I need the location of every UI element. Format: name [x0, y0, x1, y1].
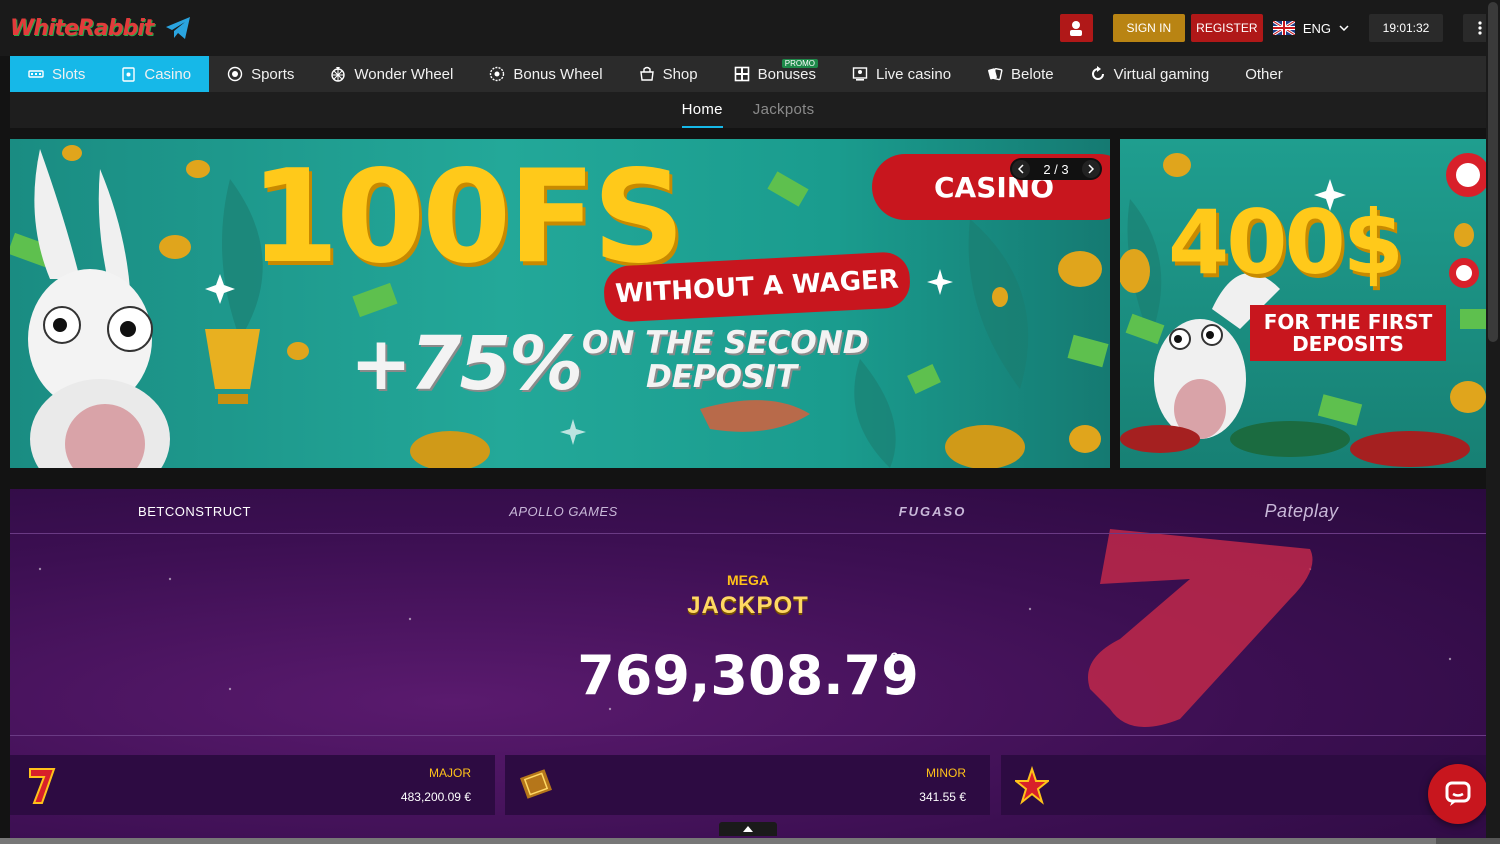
- main-navigation: Slots Casino Sports Wonder Wheel Bonus W…: [10, 56, 1486, 92]
- book-icon: [520, 769, 552, 799]
- kebab-icon: [1478, 21, 1482, 35]
- chevron-right-icon: [1088, 164, 1094, 174]
- nav-label: Live casino: [876, 65, 952, 83]
- star-icon: [1015, 765, 1049, 805]
- top-header: WhiteRabbit SIGN IN REGISTER ENG 19:01:3…: [0, 0, 1500, 56]
- nav-bonuses[interactable]: Bonuses PROMO: [716, 56, 834, 92]
- card-value: 483,200.09 €: [400, 790, 471, 804]
- chat-icon: [1445, 781, 1471, 806]
- jackpot-title: JACKPOT: [687, 592, 809, 619]
- nav-wonder-wheel[interactable]: Wonder Wheel: [312, 56, 471, 92]
- chevron-up-icon: [743, 826, 753, 832]
- nav-bonus-wheel[interactable]: Bonus Wheel: [471, 56, 620, 92]
- nav-label: Bonus Wheel: [513, 65, 603, 83]
- provider-fugaso[interactable]: FUGASO: [748, 504, 1117, 519]
- prev-banner-button[interactable]: [1012, 160, 1030, 178]
- side-line2: DEPOSITS: [1292, 332, 1404, 356]
- nav-label: Slots: [52, 65, 86, 83]
- provider-betconstruct[interactable]: BETCONSTRUCT: [10, 504, 379, 519]
- seven-icon: [29, 768, 56, 804]
- card-label: MINOR: [926, 766, 966, 780]
- telegram-icon[interactable]: [163, 13, 193, 43]
- language-selector[interactable]: ENG: [1272, 20, 1349, 36]
- jackpot-mega-label: MEGA: [727, 572, 769, 588]
- nav-sports[interactable]: Sports: [209, 56, 312, 92]
- nav-label: Casino: [144, 65, 192, 83]
- next-banner-button[interactable]: [1081, 160, 1100, 178]
- nav-slots[interactable]: Slots: [10, 56, 104, 92]
- nav-label: Sports: [251, 65, 295, 83]
- promo-banner-main[interactable]: 100FS WITHOUT A WAGER +75% ON THE SECOND…: [10, 139, 1110, 468]
- chevron-left-icon: [1018, 164, 1024, 174]
- banner-deposit-line1: ON THE SECOND: [582, 325, 869, 361]
- divider: [10, 735, 1486, 736]
- side-line1: FOR THE FIRST: [1263, 310, 1433, 334]
- clock: 19:01:32: [1369, 14, 1443, 42]
- app-root: WhiteRabbit SIGN IN REGISTER ENG 19:01:3…: [0, 0, 1500, 844]
- user-icon: [1070, 21, 1083, 36]
- nav-other[interactable]: Other: [1227, 56, 1301, 92]
- banner-pager: 2 / 3: [1010, 158, 1102, 180]
- provider-pateplay[interactable]: Pateplay: [1117, 501, 1486, 522]
- sub-navigation: Home Jackpots: [10, 92, 1486, 128]
- scrollbar-thumb[interactable]: [1488, 2, 1498, 342]
- scroll-up-button[interactable]: [719, 822, 777, 836]
- provider-strip: BETCONSTRUCT APOLLO GAMES FUGASO Patepla…: [10, 489, 1486, 534]
- slots-icon: [28, 70, 44, 78]
- cards-fan-icon: [988, 67, 1003, 81]
- banner-deposit-line2: DEPOSIT: [646, 359, 797, 395]
- nav-virtual-gaming[interactable]: Virtual gaming: [1072, 56, 1228, 92]
- jackpot-card-major[interactable]: MAJOR 483,200.09 €: [10, 755, 495, 815]
- nav-label: Other: [1245, 65, 1283, 83]
- provider-apollo-games[interactable]: APOLLO GAMES: [379, 504, 748, 519]
- refresh-icon: [1091, 66, 1104, 80]
- cards-icon: [122, 67, 136, 82]
- language-label: ENG: [1302, 20, 1331, 36]
- uk-flag-icon: [1272, 21, 1295, 35]
- jackpot-section: BETCONSTRUCT APOLLO GAMES FUGASO Patepla…: [10, 489, 1486, 844]
- card-value: 341.55 €: [919, 790, 966, 804]
- register-button[interactable]: REGISTER: [1190, 14, 1263, 42]
- nav-casino[interactable]: Casino: [102, 56, 210, 92]
- jackpot-card-minor[interactable]: MINOR 341.55 €: [505, 755, 990, 815]
- site-logo[interactable]: WhiteRabbit: [10, 10, 193, 46]
- tv-icon: [852, 67, 868, 81]
- chevron-down-icon: [1339, 25, 1349, 31]
- nav-label: Wonder Wheel: [354, 65, 454, 83]
- nav-label: Virtual gaming: [1113, 65, 1210, 83]
- vertical-scrollbar[interactable]: [1486, 0, 1500, 844]
- side-banner-decoration: [1120, 153, 1486, 467]
- tab-home[interactable]: Home: [681, 92, 723, 128]
- horizontal-scrollbar[interactable]: [0, 838, 1500, 844]
- side-banner-headline: 400$: [1168, 191, 1404, 294]
- user-button[interactable]: [1059, 14, 1093, 42]
- card-label: MAJOR: [429, 766, 471, 780]
- jackpot-amount: 769,308.79: [577, 644, 919, 707]
- promo-badge: PROMO: [781, 59, 818, 68]
- nav-shop[interactable]: Shop: [621, 56, 716, 92]
- ball-icon: [227, 66, 243, 82]
- banner-percent: +75%: [350, 321, 583, 407]
- live-chat-button[interactable]: [1428, 764, 1488, 824]
- nav-label: Belote: [1011, 65, 1054, 83]
- gear-wheel-icon: [490, 66, 505, 82]
- nav-live-casino[interactable]: Live casino: [834, 56, 969, 92]
- promo-banner-side[interactable]: 400$ FOR THE FIRST DEPOSITS: [1120, 139, 1486, 468]
- shop-icon: [639, 66, 654, 81]
- nav-label: Bonuses: [757, 65, 816, 83]
- side-banner-pill: FOR THE FIRST DEPOSITS: [1250, 305, 1446, 361]
- jackpot-card-mini[interactable]: [1001, 755, 1486, 815]
- horizontal-scrollbar-thumb[interactable]: [0, 838, 1436, 844]
- jackpot-currency: €: [890, 649, 898, 665]
- gift-icon: [734, 66, 749, 82]
- nav-label: Shop: [662, 65, 698, 83]
- nav-belote[interactable]: Belote: [969, 56, 1072, 92]
- logo-text: WhiteRabbit: [10, 15, 154, 41]
- tab-jackpots[interactable]: Jackpots: [753, 92, 815, 128]
- sign-in-button[interactable]: SIGN IN: [1112, 14, 1185, 42]
- wheel-icon: [331, 67, 346, 82]
- header-actions: SIGN IN REGISTER ENG 19:01:32: [1059, 13, 1500, 43]
- pager-label: 2 / 3: [1043, 161, 1069, 177]
